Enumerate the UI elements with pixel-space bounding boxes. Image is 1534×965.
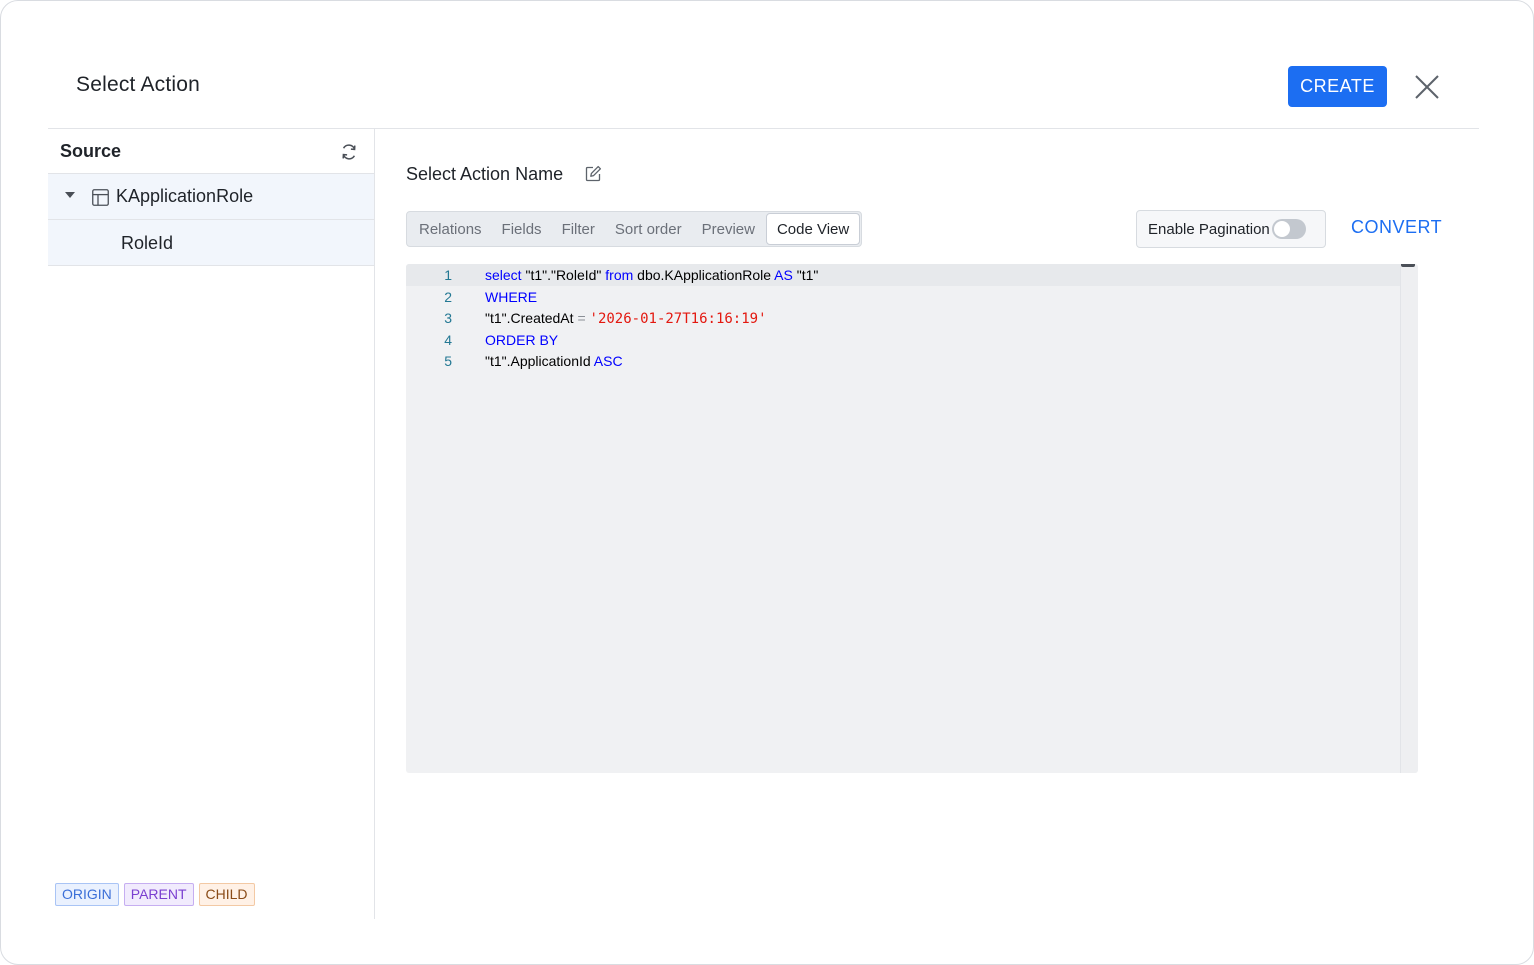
refresh-icon	[342, 144, 356, 160]
tab-sort-order[interactable]: Sort order	[605, 212, 692, 246]
pagination-label: Enable Pagination	[1148, 220, 1270, 238]
code-line[interactable]: 3 "t1".CreatedAt = '2026-01-27T16:16:19'	[406, 307, 1400, 329]
edit-name-button[interactable]	[585, 165, 603, 183]
view-tabs: Relations Fields Filter Sort order Previ…	[406, 211, 863, 247]
line-text: WHERE	[485, 288, 538, 305]
legend-origin: ORIGIN	[55, 883, 119, 906]
line-number: 3	[444, 310, 452, 327]
pagination-toggle[interactable]	[1272, 219, 1306, 239]
line-text: "t1".CreatedAt = '2026-01-27T16:16:19'	[485, 310, 767, 328]
line-text: select "t1"."RoleId" from dbo.KApplicati…	[485, 267, 819, 283]
select-action-dialog: Select Action CREATE Source KApplication…	[0, 0, 1534, 965]
caret-down-icon[interactable]	[65, 192, 75, 198]
tree-item-kapplicationrole[interactable]: KApplicationRole	[48, 174, 374, 220]
legend-parent: PARENT	[123, 883, 194, 906]
code-line[interactable]: 4 ORDER BY	[406, 329, 1400, 351]
tab-fields[interactable]: Fields	[492, 212, 552, 246]
line-number: 2	[444, 288, 452, 305]
line-number: 4	[444, 331, 452, 348]
create-button[interactable]: CREATE	[1288, 66, 1387, 107]
legend-child: CHILD	[198, 883, 255, 906]
dialog-title: Select Action	[76, 73, 201, 96]
scrollbar-marker	[1401, 264, 1415, 267]
refresh-button[interactable]	[338, 141, 360, 163]
convert-button[interactable]: CONVERT	[1351, 217, 1442, 238]
legend: ORIGIN PARENT CHILD	[55, 883, 255, 906]
code-line[interactable]: 2 WHERE	[406, 286, 1400, 308]
close-icon	[1415, 75, 1439, 99]
line-text: ORDER BY	[485, 331, 559, 348]
code-line[interactable]: 1 select "t1"."RoleId" from dbo.KApplicat…	[406, 264, 1400, 286]
line-number: 1	[444, 267, 452, 283]
source-sidebar: Source KApplicationRole RoleId ORIGIN PA…	[48, 129, 375, 919]
tab-preview[interactable]: Preview	[692, 212, 765, 246]
sidebar-header: Source	[48, 129, 374, 174]
tree-child-label: RoleId	[121, 233, 174, 253]
tree-child-roleid[interactable]: RoleId	[48, 220, 374, 266]
tab-filter[interactable]: Filter	[552, 212, 605, 246]
code-editor[interactable]: 1 select "t1"."RoleId" from dbo.KApplicat…	[406, 264, 1418, 773]
code-line[interactable]: 5 "t1".ApplicationId ASC	[406, 350, 1400, 372]
sidebar-title: Source	[60, 141, 122, 161]
close-button[interactable]	[1409, 69, 1445, 105]
tab-relations[interactable]: Relations	[407, 212, 492, 246]
action-name-title: Select Action Name	[406, 164, 564, 184]
table-icon	[92, 189, 109, 206]
toggle-knob	[1274, 221, 1290, 237]
tab-code-view[interactable]: Code View	[765, 213, 861, 245]
pagination-control: Enable Pagination	[1136, 210, 1326, 248]
editor-scrollbar[interactable]	[1400, 264, 1418, 773]
edit-icon	[585, 165, 602, 182]
line-text: "t1".ApplicationId ASC	[485, 353, 623, 370]
tree-item-label: KApplicationRole	[116, 186, 254, 206]
line-number: 5	[444, 353, 452, 370]
